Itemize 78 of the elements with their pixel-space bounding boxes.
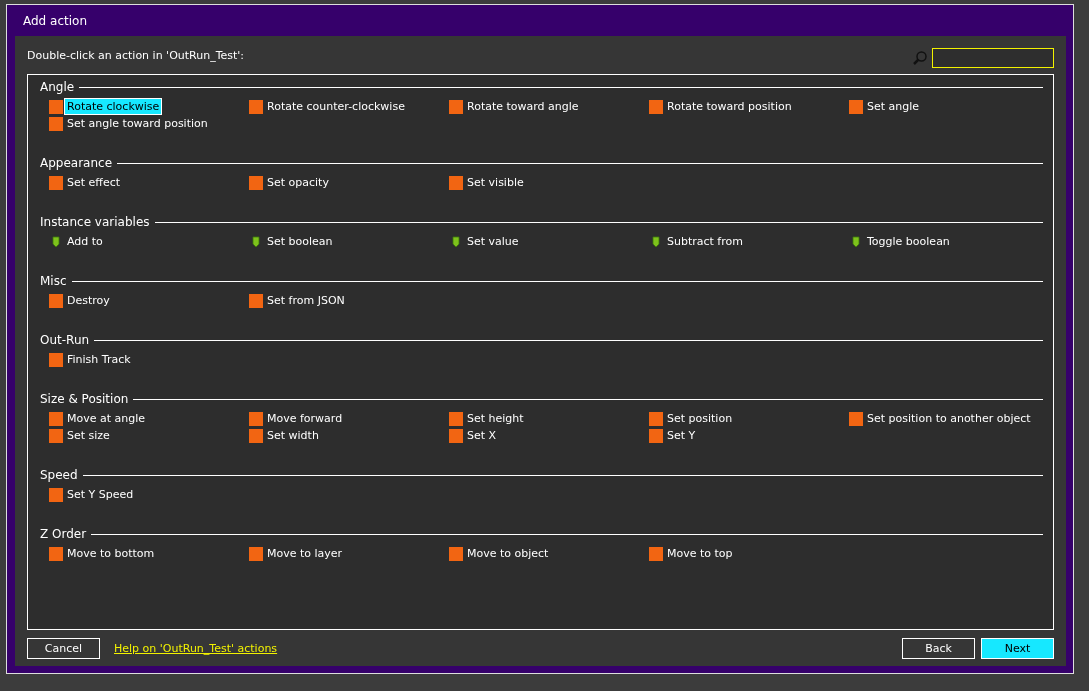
action-icon	[649, 428, 663, 443]
action-icon	[449, 175, 463, 190]
action-item[interactable]: Set from JSON	[249, 292, 449, 309]
search-field[interactable]	[932, 48, 1054, 68]
action-icon	[49, 293, 63, 308]
action-item[interactable]: Set size	[49, 427, 249, 444]
shield-icon	[49, 234, 63, 249]
help-link[interactable]: Help on 'OutRun_Test' actions	[114, 641, 278, 655]
action-item[interactable]: Subtract from	[649, 233, 849, 250]
action-item[interactable]: Set value	[449, 233, 649, 250]
action-item[interactable]: Toggle boolean	[849, 233, 1049, 250]
shield-icon	[449, 234, 463, 249]
shield-icon	[249, 234, 263, 249]
action-icon	[249, 293, 263, 308]
action-icon	[449, 546, 463, 561]
group-heading: Z Order	[40, 527, 87, 541]
action-item[interactable]: Rotate toward angle	[449, 98, 649, 115]
action-item[interactable]: Set Y	[649, 427, 849, 444]
action-item[interactable]: Set angle toward position	[49, 115, 249, 132]
action-item[interactable]: Set position	[649, 410, 849, 427]
group-heading: Size & Position	[40, 392, 129, 406]
shield-icon	[849, 234, 863, 249]
action-item[interactable]: Rotate counter-clockwise	[249, 98, 449, 115]
action-item[interactable]: Set X	[449, 427, 649, 444]
group-heading: Speed	[40, 468, 78, 482]
action-item[interactable]: Set angle	[849, 98, 1049, 115]
group-heading: Misc	[40, 274, 67, 288]
action-icon	[49, 546, 63, 561]
action-icon	[49, 175, 63, 190]
back-button[interactable]: Back	[902, 637, 975, 659]
search-icon	[912, 50, 928, 66]
action-icon	[649, 546, 663, 561]
action-item[interactable]: Rotate toward position	[649, 98, 849, 115]
action-icon	[249, 428, 263, 443]
action-item[interactable]: Set visible	[449, 174, 649, 191]
action-icon	[249, 175, 263, 190]
action-item[interactable]: Finish Track	[49, 351, 249, 368]
action-icon	[649, 99, 663, 114]
action-item[interactable]: Move forward	[249, 410, 449, 427]
instruction-text: Double-click an action in 'OutRun_Test':	[27, 48, 245, 62]
action-icon	[249, 546, 263, 561]
action-icon	[649, 411, 663, 426]
cancel-button[interactable]: Cancel	[27, 637, 100, 659]
action-icon	[449, 411, 463, 426]
shield-icon	[649, 234, 663, 249]
action-item[interactable]: Set effect	[49, 174, 249, 191]
action-item[interactable]: Move to bottom	[49, 545, 249, 562]
action-icon	[449, 428, 463, 443]
action-icon	[449, 99, 463, 114]
action-item[interactable]: Set width	[249, 427, 449, 444]
action-item[interactable]: Set position to another object	[849, 410, 1049, 427]
group-heading: Angle	[40, 80, 75, 94]
action-item[interactable]: Set height	[449, 410, 649, 427]
group-heading: Appearance	[40, 156, 113, 170]
action-item[interactable]: Add to	[49, 233, 249, 250]
action-icon	[49, 487, 63, 502]
action-item[interactable]: Set Y Speed	[49, 486, 249, 503]
group-heading: Out-Run	[40, 333, 90, 347]
action-item[interactable]: Destroy	[49, 292, 249, 309]
action-icon	[49, 116, 63, 131]
action-item[interactable]: Move to layer	[249, 545, 449, 562]
action-item[interactable]: Move at angle	[49, 410, 249, 427]
action-icon	[49, 428, 63, 443]
action-icon	[249, 411, 263, 426]
action-item[interactable]: Move to object	[449, 545, 649, 562]
action-icon	[849, 99, 863, 114]
action-icon	[849, 411, 863, 426]
next-button[interactable]: Next	[981, 637, 1054, 659]
action-item[interactable]: Set boolean	[249, 233, 449, 250]
action-icon	[49, 352, 63, 367]
action-icon	[249, 99, 263, 114]
window-title: Add action	[23, 13, 87, 28]
action-item[interactable]: Rotate clockwise	[49, 98, 249, 115]
action-icon	[49, 411, 63, 426]
action-icon	[49, 99, 63, 114]
group-heading: Instance variables	[40, 215, 150, 229]
action-item[interactable]: Move to top	[649, 545, 849, 562]
action-item[interactable]: Set opacity	[249, 174, 449, 191]
